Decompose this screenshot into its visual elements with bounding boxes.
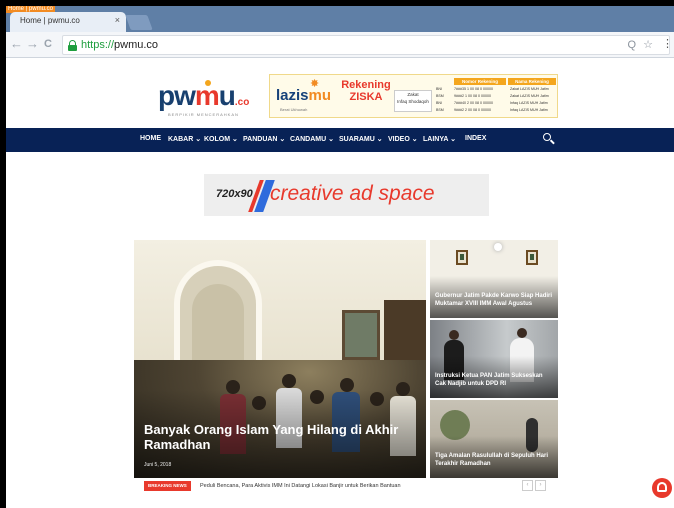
chevron-right-icon[interactable]: › — [535, 480, 546, 491]
side-post[interactable]: Gubernur Jatim Pakde Karwo Siap Hadiri M… — [430, 240, 558, 318]
new-tab-button[interactable] — [125, 15, 153, 30]
site-header: pwmu.co BERPIKIR MENCERAHKAN ✸ lazismu B… — [6, 58, 674, 134]
breaking-news-label: BREAKING NEWS — [144, 481, 191, 491]
side-post-title[interactable]: Tiga Amalan Rasulullah di Sepuluh Hari T… — [435, 452, 553, 468]
side-image-frame — [456, 250, 468, 265]
url-scheme: https:// — [81, 39, 115, 51]
nav-item-video[interactable]: VIDEO ⌄ — [388, 135, 418, 143]
url-host: pwmu.co — [114, 39, 159, 51]
reload-icon[interactable]: C — [44, 37, 52, 51]
banner-col-header: Nama Rekening — [508, 78, 556, 85]
side-image-figure — [449, 330, 459, 340]
banner-row: BSM 9###2 1 00 08 0 00000 Zakat LAZIS MUH … — [436, 94, 549, 98]
logo-text: pwmu — [158, 80, 236, 111]
banner-brand: lazismu — [276, 87, 332, 104]
banner-brand-sub: Berat Ukhuwah — [280, 107, 308, 112]
side-post[interactable]: Instruksi Ketua PAN Jatim Sukseskan Cak … — [430, 320, 558, 398]
nav-item-home[interactable]: HOME — [140, 135, 161, 142]
back-icon[interactable]: ← — [10, 37, 23, 51]
main-nav: HOME KABAR ⌄ KOLOM ⌄ PANDUAN ⌄ CANDAMU ⌄… — [6, 128, 674, 152]
site-logo[interactable]: pwmu.co BERPIKIR MENCERAHKAN — [158, 80, 250, 117]
nav-item-kolom[interactable]: KOLOM ⌄ — [204, 135, 238, 143]
side-post[interactable]: Tiga Amalan Rasulullah di Sepuluh Hari T… — [430, 400, 558, 478]
nav-item-lainya[interactable]: LAINYA ⌄ — [423, 135, 456, 143]
ad-size-label: 720x90 — [216, 188, 253, 200]
logo-suffix: .co — [234, 97, 250, 108]
ticker-controls: ‹ › — [522, 480, 546, 491]
banner-row: BNI 7###40 2 00 08 0 00000 Infaq LAZIS MUH… — [436, 101, 548, 105]
browser-window: Home | pwmu.co Home | pwmu.co × ← → C ht… — [6, 6, 674, 508]
bookmark-star-icon[interactable]: Q ☆ — [628, 38, 655, 51]
featured-date: Juni 5, 2018 — [144, 462, 172, 468]
tab-strip: Home | pwmu.co Home | pwmu.co × — [6, 6, 674, 32]
nav-item-kabar[interactable]: KABAR ⌄ — [168, 135, 201, 143]
tab-title: Home | pwmu.co — [20, 16, 80, 25]
side-image-frame — [526, 250, 538, 265]
logo-tagline: BERPIKIR MENCERAHKAN — [168, 112, 239, 117]
breaking-news-ticker: BREAKING NEWS Peduli Bencana, Para Aktiv… — [144, 480, 552, 492]
nav-item-candamu[interactable]: CANDAMU ⌄ — [290, 135, 334, 143]
forward-icon[interactable]: → — [26, 37, 39, 51]
banner-table: Nomor Rekening Nama Rekening BNI 7###35 1… — [436, 78, 556, 116]
side-image-figure — [517, 328, 527, 338]
featured-title[interactable]: Banyak Orang Islam Yang Hilang di Akhir … — [144, 422, 404, 452]
chevron-left-icon[interactable]: ‹ — [522, 480, 533, 491]
breaking-news-text[interactable]: Peduli Bencana, Para Aktivis IMM Ini Dat… — [200, 481, 401, 491]
notification-bell-icon[interactable] — [652, 478, 672, 498]
side-image-lamp — [494, 243, 502, 251]
featured-image-window — [342, 310, 380, 360]
featured-post[interactable]: Banyak Orang Islam Yang Hilang di Akhir … — [134, 240, 426, 478]
banner-box-line: Infaq Shodaqoh — [397, 99, 429, 104]
featured-image-figure — [282, 374, 296, 388]
lock-icon — [68, 40, 77, 51]
nav-item-panduan[interactable]: PANDUAN ⌄ — [243, 135, 285, 143]
banner-box-line: Zakat — [407, 92, 419, 97]
nav-item-suaramu[interactable]: SUARAMU ⌄ — [339, 135, 383, 143]
address-bar[interactable]: https://pwmu.co Q ☆ — [62, 35, 670, 55]
banner-box: Zakat Infaq Shodaqoh — [394, 90, 432, 112]
ad-banner[interactable]: 720x90 creative ad space — [204, 174, 489, 216]
lazismu-banner[interactable]: ✸ lazismu Berat Ukhuwah Rekening ZISKA Z… — [269, 74, 558, 118]
url-text: https://pwmu.co — [81, 39, 158, 51]
browser-toolbar: ← → C https://pwmu.co Q ☆ ⋮ — [6, 32, 674, 58]
menu-icon[interactable]: ⋮ — [662, 37, 673, 50]
side-post-title[interactable]: Instruksi Ketua PAN Jatim Sukseskan Cak … — [435, 372, 553, 388]
side-post-title[interactable]: Gubernur Jatim Pakde Karwo Siap Hadiri M… — [435, 292, 553, 308]
banner-row: BNI 7###35 1 00 08 0 00000 Zakat LAZIS MUH… — [436, 87, 549, 91]
nav-item-index[interactable]: INDEX — [465, 135, 486, 142]
search-icon[interactable] — [543, 133, 555, 145]
banner-row: BSM 9###2 2 00 08 0 00000 Infaq LAZIS MUH … — [436, 108, 548, 112]
close-icon[interactable]: × — [115, 15, 120, 25]
ad-text: creative ad space — [270, 182, 435, 205]
banner-col-header: Nomor Rekening — [454, 78, 506, 85]
browser-tab[interactable]: Home | pwmu.co × — [10, 12, 126, 32]
logo-dot-icon — [205, 80, 211, 86]
banner-heading: Rekening ZISKA — [341, 79, 391, 103]
